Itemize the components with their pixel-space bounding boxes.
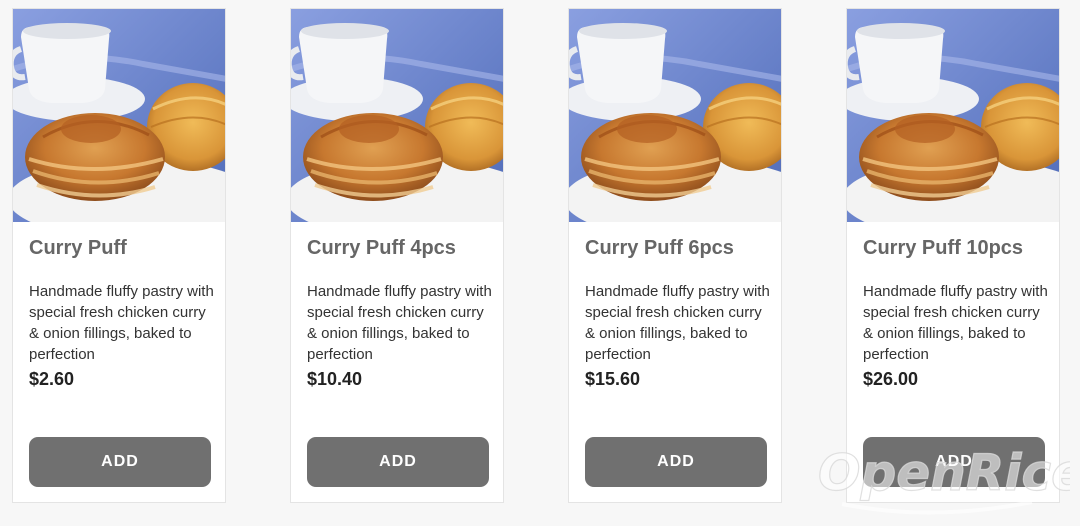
product-name: Curry Puff 6pcs [585, 237, 734, 259]
product-card[interactable]: Curry Puff 10pcs Handmade fluffy pastry … [846, 8, 1060, 503]
product-price: $15.60 [585, 369, 641, 389]
add-to-cart-button[interactable]: ADD [585, 437, 767, 487]
product-description: Handmade fluffy pastry with special fres… [863, 283, 1048, 363]
product-card[interactable]: Curry Puff 6pcs Handmade fluffy pastry w… [568, 8, 782, 503]
product-image[interactable] [291, 9, 503, 222]
product-price: $10.40 [307, 369, 363, 389]
product-grid: Curry Puff Handmade fluffy pastry with s… [0, 0, 1080, 526]
add-to-cart-button[interactable]: ADD [307, 437, 489, 487]
product-card[interactable]: Curry Puff Handmade fluffy pastry with s… [12, 8, 226, 503]
product-image[interactable] [847, 9, 1059, 222]
add-to-cart-button[interactable]: ADD [29, 437, 211, 487]
product-name: Curry Puff [29, 237, 127, 259]
product-description: Handmade fluffy pastry with special fres… [307, 283, 492, 363]
product-card[interactable]: Curry Puff 4pcs Handmade fluffy pastry w… [290, 8, 504, 503]
product-price: $26.00 [863, 369, 919, 389]
product-name: Curry Puff 4pcs [307, 237, 456, 259]
product-name: Curry Puff 10pcs [863, 237, 1024, 259]
product-price: $2.60 [29, 369, 75, 389]
product-image[interactable] [13, 9, 225, 222]
product-image[interactable] [569, 9, 781, 222]
add-to-cart-button[interactable]: ADD [863, 437, 1045, 487]
product-description: Handmade fluffy pastry with special fres… [29, 283, 214, 363]
product-description: Handmade fluffy pastry with special fres… [585, 283, 770, 363]
